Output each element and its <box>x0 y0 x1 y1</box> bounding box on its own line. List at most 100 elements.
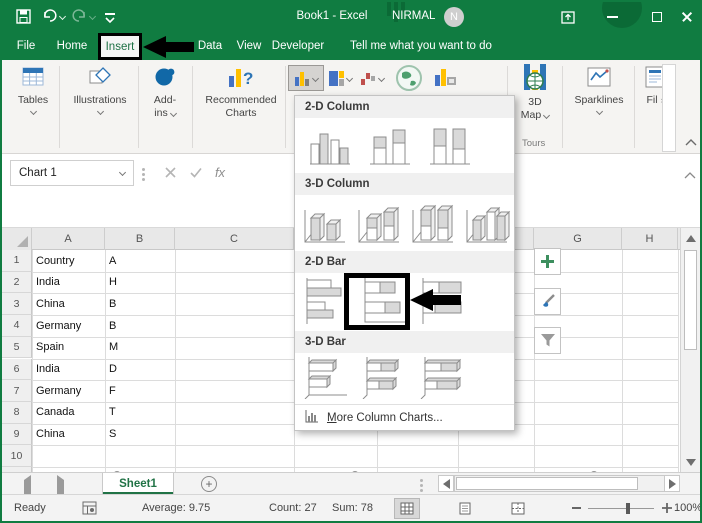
zoom-out-button[interactable] <box>572 507 581 509</box>
insert-hierarchy-chart-button[interactable] <box>328 65 358 91</box>
ribbon-display-options-icon[interactable] <box>554 2 582 32</box>
icon-3d-100-stacked-column[interactable] <box>409 200 457 251</box>
addins-button[interactable]: Add- ins <box>142 64 188 120</box>
icon-3d-100-stacked-bar[interactable] <box>419 355 469 404</box>
redo-dropdown-icon[interactable] <box>88 12 97 21</box>
minimize-button[interactable] <box>598 2 626 32</box>
maximize-button[interactable] <box>643 2 671 32</box>
row-header-10[interactable]: 10 <box>2 445 32 467</box>
name-box[interactable]: Chart 1 <box>10 160 134 186</box>
insert-pivotchart-button[interactable] <box>434 66 458 88</box>
icon-3d-stacked-bar[interactable] <box>361 355 411 404</box>
customize-qat-icon[interactable] <box>104 11 116 29</box>
icon-3d-stacked-column[interactable] <box>355 200 403 251</box>
column-header-C[interactable]: C <box>175 228 294 250</box>
more-column-charts-item[interactable]: More Column Charts... <box>295 404 514 430</box>
collapse-ribbon-icon[interactable] <box>684 136 698 150</box>
sparklines-button[interactable]: Sparklines <box>568 64 630 116</box>
tab-developer[interactable]: Developer <box>268 32 328 60</box>
scroll-down-button[interactable] <box>681 452 700 472</box>
recommended-charts-button[interactable]: ? Recommended Charts <box>198 64 284 120</box>
cell-A6[interactable]: India <box>36 363 60 375</box>
3d-map-preview-icon[interactable] <box>394 63 424 93</box>
row-header-2[interactable]: 2 <box>2 271 32 294</box>
row-header-8[interactable]: 8 <box>2 401 32 424</box>
avatar[interactable]: N <box>444 7 464 27</box>
status-sum[interactable]: Sum: 78 <box>332 502 373 514</box>
row-header-6[interactable]: 6 <box>2 358 32 381</box>
chart-filters-button[interactable] <box>534 327 561 354</box>
column-header-H[interactable]: H <box>622 228 678 250</box>
formula-bar-splitter[interactable] <box>142 166 145 183</box>
tell-me-box[interactable]: Tell me what you want to do <box>350 32 510 60</box>
illustrations-button[interactable]: Illustrations <box>64 64 136 116</box>
cell-B2[interactable]: H <box>109 276 117 288</box>
view-normal-button[interactable] <box>394 498 420 519</box>
view-page-break-button[interactable] <box>505 498 531 519</box>
icon-3d-clustered-column[interactable] <box>301 200 349 251</box>
zoom-in-button[interactable] <box>662 503 672 516</box>
undo-icon[interactable] <box>42 9 57 28</box>
cell-B7[interactable]: F <box>109 385 116 397</box>
chart-elements-button[interactable] <box>534 248 561 275</box>
tab-insert-active[interactable]: Insert <box>98 33 142 60</box>
chart-styles-button[interactable] <box>534 288 561 315</box>
save-icon[interactable] <box>16 9 31 29</box>
insert-function-button[interactable]: fx <box>210 162 230 182</box>
expand-formula-bar-icon[interactable] <box>684 168 696 186</box>
scroll-up-button[interactable] <box>681 228 700 248</box>
cell-A9[interactable]: China <box>36 428 65 440</box>
zoom-level[interactable]: 100% <box>674 502 700 514</box>
hscroll-right-button[interactable] <box>664 475 680 492</box>
redo-icon[interactable] <box>72 9 87 28</box>
cell-B9[interactable]: S <box>109 428 116 440</box>
macro-record-icon[interactable] <box>82 501 97 518</box>
row-header-1[interactable]: 1 <box>2 250 32 272</box>
row-header-4[interactable]: 4 <box>2 315 32 337</box>
icon-3d-clustered-bar[interactable] <box>303 355 353 404</box>
cell-B4[interactable]: B <box>109 320 116 332</box>
vertical-scrollbar[interactable] <box>680 228 700 472</box>
row-header-3[interactable]: 3 <box>2 293 32 316</box>
icon-3d-column[interactable] <box>463 200 511 251</box>
column-header-A[interactable]: A <box>32 228 105 250</box>
cell-B5[interactable]: M <box>109 341 118 353</box>
horizontal-scroll-thumb[interactable] <box>456 477 638 490</box>
tab-file[interactable]: File <box>10 32 42 60</box>
tab-home[interactable]: Home <box>52 32 92 60</box>
new-sheet-button[interactable]: + <box>201 476 217 492</box>
row-header-5[interactable]: 5 <box>2 336 32 359</box>
icon-stacked-column[interactable] <box>367 124 413 173</box>
cell-B8[interactable]: T <box>109 406 116 418</box>
zoom-slider-thumb[interactable] <box>626 503 630 514</box>
cell-A1[interactable]: Country <box>36 255 75 267</box>
status-average[interactable]: Average: 9.75 <box>142 502 210 514</box>
cell-B1[interactable]: A <box>109 255 116 267</box>
cell-A2[interactable]: India <box>36 276 60 288</box>
cell-A3[interactable]: China <box>36 298 65 310</box>
undo-dropdown-icon[interactable] <box>58 12 67 21</box>
tables-button[interactable]: Tables <box>10 64 56 116</box>
row-header-9[interactable]: 9 <box>2 423 32 446</box>
horizontal-scrollbar[interactable] <box>454 475 680 492</box>
insert-column-chart-button[interactable] <box>288 65 324 91</box>
vertical-scroll-thumb[interactable] <box>684 250 697 350</box>
insert-waterfall-chart-button[interactable] <box>360 65 390 91</box>
cancel-formula-icon[interactable] <box>160 162 180 182</box>
select-all-corner[interactable] <box>2 228 32 250</box>
3d-map-button[interactable]: 3D Map <box>512 62 558 122</box>
tab-scroll-splitter[interactable] <box>420 477 423 494</box>
cell-A5[interactable]: Spain <box>36 341 64 353</box>
zoom-slider-track[interactable] <box>588 508 654 509</box>
cell-A8[interactable]: Canada <box>36 406 75 418</box>
column-header-G[interactable]: G <box>534 228 622 250</box>
view-page-layout-button[interactable] <box>452 498 478 519</box>
cell-B6[interactable]: D <box>109 363 117 375</box>
row-header-7[interactable]: 7 <box>2 380 32 402</box>
icon-clustered-column[interactable] <box>307 124 353 173</box>
tab-data[interactable]: Data <box>190 32 230 60</box>
icon-100-stacked-column[interactable] <box>427 124 473 173</box>
confirm-formula-icon[interactable] <box>186 162 206 182</box>
tab-view[interactable]: View <box>230 32 268 60</box>
cell-B3[interactable]: B <box>109 298 116 310</box>
